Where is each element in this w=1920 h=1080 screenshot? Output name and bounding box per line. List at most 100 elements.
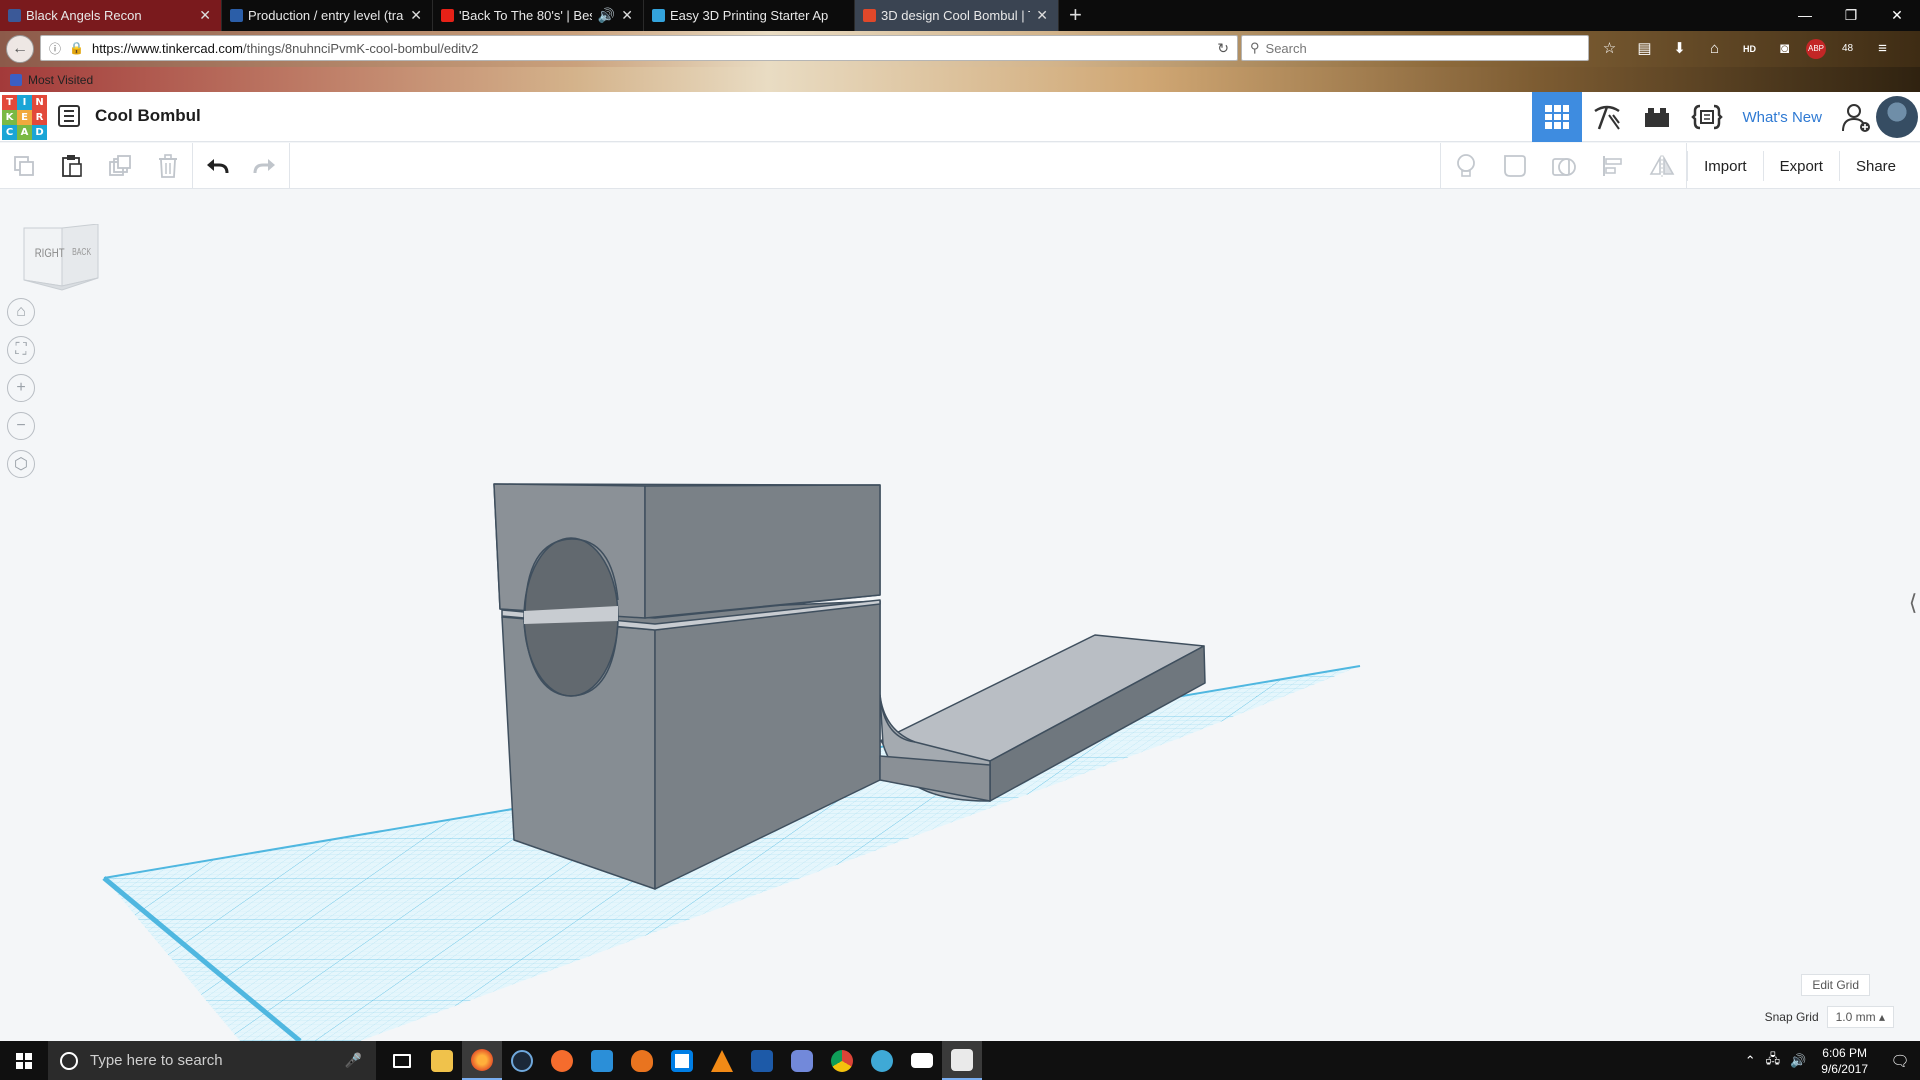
bricks-view-button[interactable] xyxy=(1632,92,1682,142)
adblock-icon[interactable]: ABP xyxy=(1806,39,1826,59)
speaker-icon[interactable]: 🔊 xyxy=(598,7,615,24)
header-right-controls: What's New xyxy=(1532,92,1920,142)
logo-letter: D xyxy=(32,125,47,140)
close-icon[interactable]: ✕ xyxy=(199,7,211,24)
reload-icon[interactable]: ↻ xyxy=(1217,40,1229,57)
share-button[interactable]: Share xyxy=(1838,151,1912,181)
vlc-icon[interactable] xyxy=(702,1041,742,1080)
action-center-icon[interactable]: 🗨 xyxy=(1880,1052,1920,1070)
browser-search-input[interactable]: ⚲ Search xyxy=(1241,35,1589,61)
home-icon[interactable]: ⌂ xyxy=(1701,37,1728,61)
circular-app-icon[interactable] xyxy=(862,1041,902,1080)
design-list-icon[interactable] xyxy=(58,105,80,127)
design-title[interactable]: Cool Bombul xyxy=(95,106,201,126)
workplane-canvas[interactable]: RIGHT BACK ⌂ ⛶ + − ⬡ ⟨ Edit Grid Snap Gr… xyxy=(0,190,1920,1041)
fit-view-icon[interactable]: ⛶ xyxy=(7,336,35,364)
notes-button[interactable] xyxy=(1441,143,1490,189)
back-button[interactable]: ← xyxy=(6,35,34,63)
delete-button[interactable] xyxy=(144,143,192,189)
info-icon[interactable]: ⓘ xyxy=(49,40,61,57)
view-cube[interactable]: RIGHT BACK xyxy=(22,223,104,299)
photos-icon[interactable] xyxy=(942,1041,982,1080)
tab-back-to-the-80s[interactable]: 'Back To The 80's' | Best o 🔊 ✕ xyxy=(433,0,644,31)
windows-icon xyxy=(16,1052,32,1069)
facebook-icon xyxy=(8,9,21,22)
whats-new-link[interactable]: What's New xyxy=(1742,109,1822,126)
import-button[interactable]: Import xyxy=(1687,151,1763,181)
redo-button[interactable] xyxy=(241,143,289,189)
fire-app-icon[interactable] xyxy=(622,1041,662,1080)
restore-icon[interactable]: ❐ xyxy=(1828,0,1874,31)
zoom-in-icon[interactable]: + xyxy=(7,374,35,402)
hamburger-menu-icon[interactable]: ≡ xyxy=(1869,37,1896,61)
hide-button[interactable] xyxy=(1490,143,1539,189)
network-icon[interactable]: 🖧 xyxy=(1766,1050,1781,1072)
pocket-icon[interactable]: ◙ xyxy=(1771,37,1798,61)
tab-black-angels-recon[interactable]: Black Angels Recon ✕ xyxy=(0,0,222,31)
new-tab-button[interactable]: + xyxy=(1069,0,1082,31)
codeblocks-view-button[interactable] xyxy=(1682,92,1732,142)
clock[interactable]: 6:06 PM 9/6/2017 xyxy=(1821,1045,1868,1077)
tinkercad-favicon xyxy=(863,9,876,22)
uplay-icon[interactable] xyxy=(582,1041,622,1080)
invite-user-button[interactable] xyxy=(1836,97,1876,137)
download-icon[interactable]: ⬇ xyxy=(1666,37,1693,61)
paste-button[interactable] xyxy=(48,143,96,189)
collapse-panel-icon[interactable]: ⟨ xyxy=(1906,590,1920,626)
hd-extension-icon[interactable]: HD xyxy=(1736,37,1763,61)
chevron-up-icon[interactable]: ⌃ xyxy=(1745,1053,1756,1069)
mirror-button[interactable] xyxy=(1637,143,1686,189)
view-cube-back-face[interactable]: BACK xyxy=(72,247,91,258)
3d-view-button[interactable] xyxy=(1532,92,1583,142)
tab-easy-3d-printing[interactable]: Easy 3D Printing Starter Ap xyxy=(644,0,855,31)
tab-title: Easy 3D Printing Starter Ap xyxy=(670,8,829,23)
media-app-icon[interactable] xyxy=(742,1041,782,1080)
snap-grid-select[interactable]: 1.0 mm ▴ xyxy=(1826,1006,1894,1028)
ublock-icon[interactable]: 48 xyxy=(1834,37,1861,61)
zoom-out-icon[interactable]: − xyxy=(7,412,35,440)
mail-icon[interactable] xyxy=(902,1041,942,1080)
view-cube-right-face[interactable]: RIGHT xyxy=(35,246,65,260)
tab-production-entry-level[interactable]: Production / entry level (trai ✕ xyxy=(222,0,433,31)
duplicate-button[interactable] xyxy=(96,143,144,189)
close-icon[interactable]: ✕ xyxy=(621,7,633,24)
chrome-icon[interactable] xyxy=(822,1041,862,1080)
reading-list-icon[interactable]: ▤ xyxy=(1631,37,1658,61)
bookmark-most-visited[interactable]: Most Visited xyxy=(28,73,93,87)
tab-title: Production / entry level (trai xyxy=(248,8,405,23)
discord-icon[interactable] xyxy=(782,1041,822,1080)
edit-grid-button[interactable]: Edit Grid xyxy=(1801,974,1870,996)
export-button[interactable]: Export xyxy=(1762,151,1839,181)
align-button[interactable] xyxy=(1588,143,1637,189)
start-button[interactable] xyxy=(0,1041,48,1080)
steam-icon[interactable] xyxy=(502,1041,542,1080)
toolbar-divider xyxy=(289,143,290,189)
copy-button[interactable] xyxy=(0,143,48,189)
logo-letter: K xyxy=(2,110,17,125)
volume-icon[interactable]: 🔊 xyxy=(1790,1053,1806,1069)
undo-button[interactable] xyxy=(193,143,241,189)
tinkercad-logo[interactable]: T I N K E R C A D xyxy=(2,95,47,140)
blocks-view-button[interactable] xyxy=(1582,92,1632,142)
close-icon[interactable]: ✕ xyxy=(1036,7,1048,24)
workplane-scene[interactable] xyxy=(0,190,1920,1041)
close-window-icon[interactable]: ✕ xyxy=(1874,0,1920,31)
tab-title: 'Back To The 80's' | Best o xyxy=(459,8,592,23)
close-icon[interactable]: ✕ xyxy=(410,7,422,24)
url-bar[interactable]: ⓘ 🔒 https://www.tinkercad.com /things/8n… xyxy=(40,35,1238,61)
taskbar-search-input[interactable]: Type here to search 🎤 xyxy=(48,1041,376,1080)
tab-3d-design-cool-bombul[interactable]: 3D design Cool Bombul | Tin ✕ xyxy=(855,0,1059,31)
avatar[interactable] xyxy=(1876,96,1918,138)
group-button[interactable] xyxy=(1539,143,1588,189)
firefox-icon[interactable] xyxy=(462,1041,502,1080)
origin-icon[interactable] xyxy=(542,1041,582,1080)
bookmark-star-icon[interactable]: ☆ xyxy=(1596,37,1623,61)
minimize-icon[interactable]: — xyxy=(1782,0,1828,31)
microphone-icon[interactable]: 🎤 xyxy=(345,1052,362,1069)
task-view-icon[interactable] xyxy=(382,1041,422,1080)
home-view-icon[interactable]: ⌂ xyxy=(7,298,35,326)
perspective-icon[interactable]: ⬡ xyxy=(7,450,35,478)
file-explorer-icon[interactable] xyxy=(422,1041,462,1080)
dropbox-icon[interactable] xyxy=(662,1041,702,1080)
edit-actions xyxy=(0,143,290,189)
